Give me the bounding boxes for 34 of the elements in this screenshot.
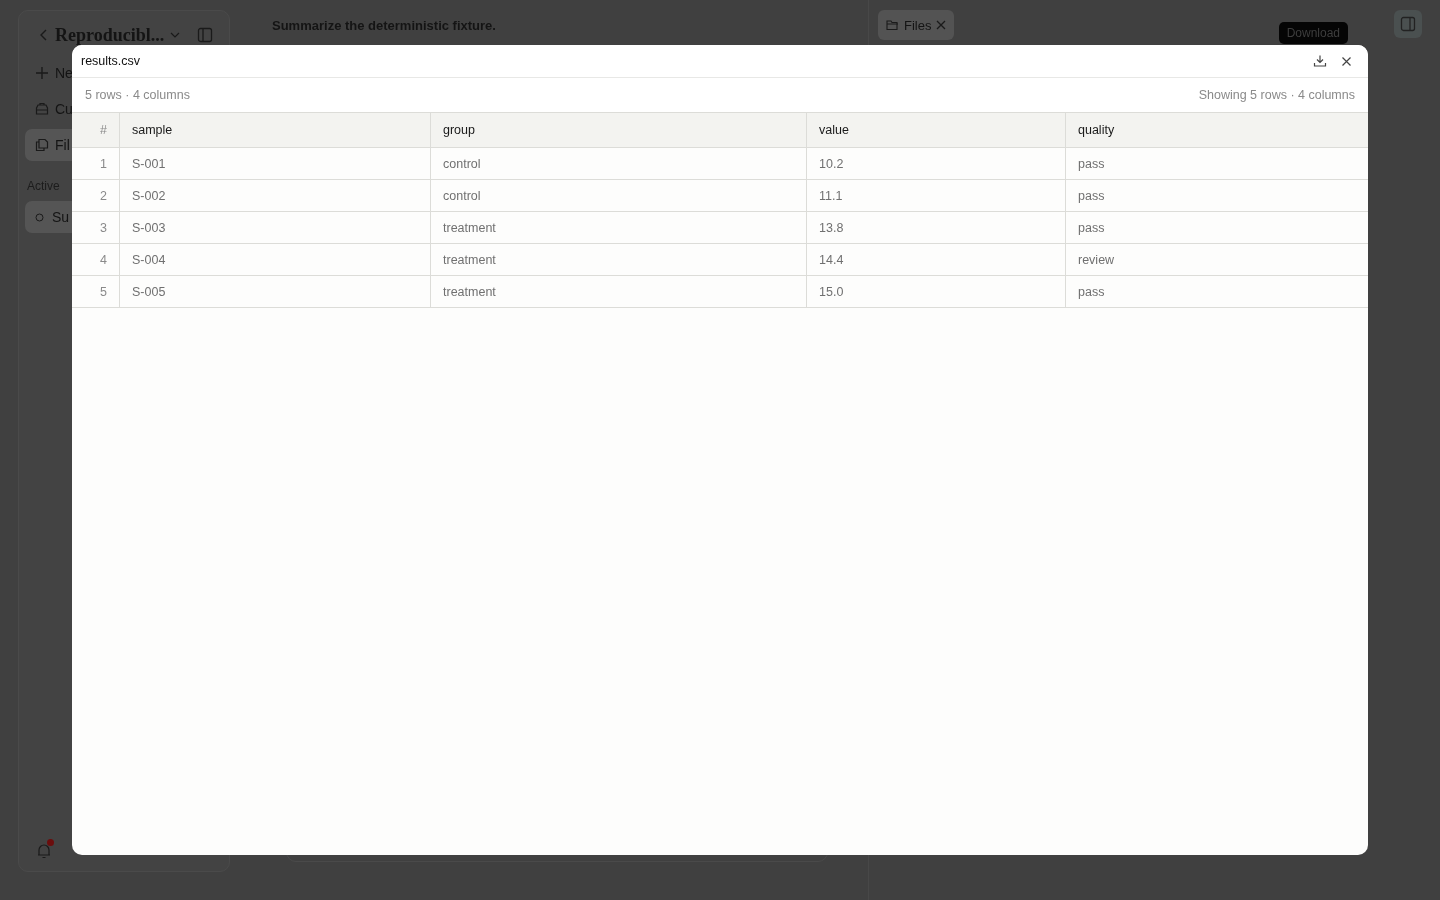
table-cell: S-005 <box>120 276 431 307</box>
column-header: value <box>807 113 1066 147</box>
row-number: 1 <box>72 148 120 179</box>
table-cell: S-002 <box>120 180 431 211</box>
table-cell: treatment <box>431 276 807 307</box>
table-cell: 10.2 <box>807 148 1066 179</box>
table-cell-text: pass <box>1077 187 1106 205</box>
table-cell-text: review <box>1077 251 1116 269</box>
table-cell: treatment <box>431 212 807 243</box>
dialog-title: results.csv <box>81 54 141 68</box>
table-cell: S-004 <box>120 244 431 275</box>
table-cell: treatment <box>431 244 807 275</box>
column-header: group <box>431 113 807 147</box>
column-header: sample <box>120 113 431 147</box>
row-number: 2 <box>72 180 120 211</box>
showing-count: Showing 5 rows · 4 columns <box>1198 88 1355 102</box>
table-cell: 14.4 <box>807 244 1066 275</box>
table-cell-text: pass <box>1077 155 1106 173</box>
table-cell: control <box>431 180 807 211</box>
table-cell: 15.0 <box>807 276 1066 307</box>
table-cell-text: pass <box>1077 283 1106 301</box>
row-number: 4 <box>72 244 120 275</box>
row-number: 3 <box>72 212 120 243</box>
table-cell-text: pass <box>1077 219 1106 237</box>
table-summary: 5 rows · 4 columns <box>85 88 190 102</box>
table-cell: 11.1 <box>807 180 1066 211</box>
tooltip: Download <box>1278 22 1348 44</box>
table-cell: S-001 <box>120 148 431 179</box>
table-cell: control <box>431 148 807 179</box>
column-header: quality <box>1077 122 1116 139</box>
row-number: 5 <box>72 276 120 307</box>
column-header: # <box>72 113 120 147</box>
table-cell: S-003 <box>120 212 431 243</box>
table-cell: 13.8 <box>807 212 1066 243</box>
